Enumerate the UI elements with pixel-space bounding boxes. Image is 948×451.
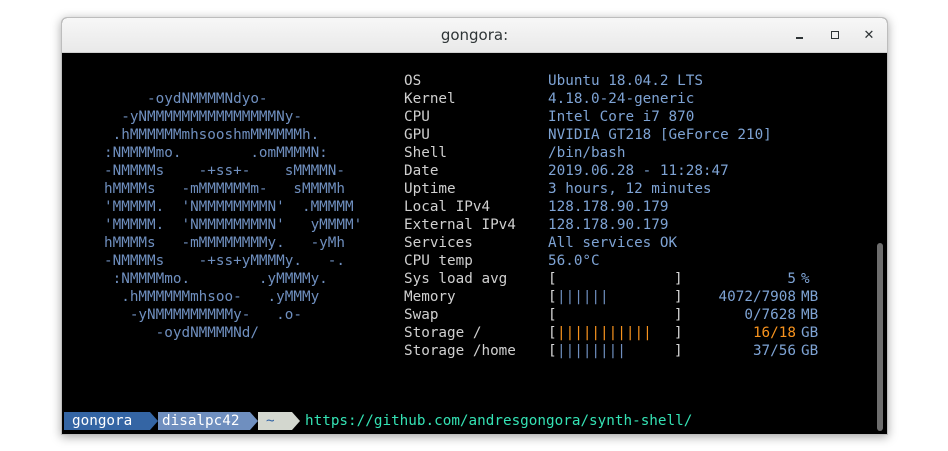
meter-bar: |||||| xyxy=(557,289,609,305)
meter-value-used: 16 xyxy=(752,325,771,341)
meter-label: Storage / xyxy=(404,325,482,341)
meter-label: Sys load avg xyxy=(404,271,508,287)
scrollbar-thumb[interactable] xyxy=(877,243,883,431)
close-icon: ✕ xyxy=(863,27,875,43)
prompt-user-separator xyxy=(150,412,158,430)
meter-value: 4072/7908 xyxy=(719,288,796,306)
info-label: GPU xyxy=(404,127,430,143)
logo-line: :NMMMMmo. .omMMMMN: xyxy=(104,145,328,161)
meter-label: Memory xyxy=(404,289,456,305)
prompt-directory: ~ xyxy=(258,412,292,430)
meter-value-used: 0/7628 xyxy=(744,307,796,323)
meter-value: 5 xyxy=(787,270,796,288)
info-label: Services xyxy=(404,235,473,251)
meter-unit: % xyxy=(801,271,810,287)
logo-line: 'MMMMM. 'NMMMMMMMMN' .MMMMM xyxy=(104,199,354,215)
shell-prompt: gongora disalpc42 ~ https://github.com/a… xyxy=(62,411,882,431)
title-bar[interactable]: gongora: ✕ xyxy=(62,18,887,53)
logo-line: -NMMMMs -+ss+- sMMMMN- xyxy=(104,163,346,179)
meter-value: 16/18 xyxy=(753,324,796,342)
close-button[interactable]: ✕ xyxy=(858,24,880,46)
minimize-icon xyxy=(795,37,803,39)
maximize-icon xyxy=(831,31,839,39)
logo-line: -NMMMMs -+ss+yMMMMy. -. xyxy=(104,253,346,269)
prompt-host-separator xyxy=(250,412,258,430)
info-value: NVIDIA GT218 [GeForce 210] xyxy=(548,127,772,143)
meter-open-bracket: [ xyxy=(548,289,557,305)
info-label: Shell xyxy=(404,145,448,161)
logo-line: -oydNMMMMNd/ xyxy=(104,325,259,341)
logo-line: -yNMMMMMMMMMMMMMMMNy- xyxy=(104,109,302,125)
meter-close-bracket: ] xyxy=(674,325,683,341)
meter-bar: ||||||||||| xyxy=(557,325,652,341)
info-value: Intel Core i7 870 xyxy=(548,109,695,125)
info-label: Kernel xyxy=(404,91,456,107)
logo-line: -oydNMMMMNdyo- xyxy=(104,91,268,107)
info-value: /bin/bash xyxy=(548,145,626,161)
minimize-button[interactable] xyxy=(788,24,810,46)
info-label: Local IPv4 xyxy=(404,199,491,215)
meter-value-total: /18 xyxy=(770,325,796,341)
command-text[interactable]: https://github.com/andresgongora/synth-s… xyxy=(305,412,692,430)
meter-close-bracket: ] xyxy=(674,289,683,305)
info-value: 128.178.90.179 xyxy=(548,199,669,215)
meter-value-used: 4072/7908 xyxy=(718,289,796,305)
info-value: 4.18.0-24-generic xyxy=(548,91,695,107)
meter-label: Storage /home xyxy=(404,343,516,359)
terminal-output[interactable]: -oydNMMMMNdyo- -yNMMMMMMMMMMMMMMMNy- .hM… xyxy=(62,53,874,434)
meter-bar: |||||||| xyxy=(557,343,626,359)
meter-value-used: 5 xyxy=(787,271,796,287)
info-label: CPU temp xyxy=(404,253,473,269)
meter-value: 37/56 xyxy=(753,342,796,360)
meter-value: 0/7628 xyxy=(744,306,796,324)
meter-label: Swap xyxy=(404,307,439,323)
meter-unit: MB xyxy=(801,289,819,305)
ascii-logo: -oydNMMMMNdyo- -yNMMMMMMMMMMMMMMMNy- .hM… xyxy=(104,90,362,342)
logo-line: :NMMMMmo. .yMMMMy. xyxy=(104,271,328,287)
meter-open-bracket: [ xyxy=(548,325,557,341)
info-value: 56.0°C xyxy=(548,253,600,269)
meter-open-bracket: [ xyxy=(548,343,557,359)
meter-unit: GB xyxy=(801,325,819,341)
window-title: gongora: xyxy=(440,26,509,44)
terminal-window: gongora: ✕ -oydNMMMMNdyo- -yNMMMMMMMMMMM… xyxy=(61,17,888,435)
meter-close-bracket: ] xyxy=(674,307,683,323)
info-label: CPU xyxy=(404,109,430,125)
info-value: 2019.06.28 - 11:28:47 xyxy=(548,163,729,179)
info-label: OS xyxy=(404,73,422,89)
meter-close-bracket: ] xyxy=(674,343,683,359)
logo-line: .hMMMMMMmhsoo- .yMMMy xyxy=(104,289,320,305)
maximize-button[interactable] xyxy=(824,24,846,46)
logo-line: hMMMMs -mMMMMMMm- sMMMMh xyxy=(104,181,346,197)
meter-open-bracket: [ xyxy=(548,307,557,323)
info-value: 128.178.90.179 xyxy=(548,217,669,233)
meter-open-bracket: [ xyxy=(548,271,557,287)
logo-line: .hMMMMMMmhsooshmMMMMMMh. xyxy=(104,127,320,143)
info-label: Date xyxy=(404,163,439,179)
prompt-dir-separator xyxy=(292,412,300,430)
logo-line: -yNMMMMMMMMMy- .o- xyxy=(104,307,302,323)
prompt-user: gongora xyxy=(64,412,150,430)
meter-value-used: 37/56 xyxy=(752,343,796,359)
info-value: 3 hours, 12 minutes xyxy=(548,181,712,197)
meter-unit: GB xyxy=(801,343,819,359)
logo-line: hMMMMs -mMMMMMMMMy. -yMh xyxy=(104,235,346,251)
meter-close-bracket: ] xyxy=(674,271,683,287)
terminal-scrollbar[interactable] xyxy=(874,53,887,434)
info-value: All services OK xyxy=(548,235,678,251)
prompt-host: disalpc42 xyxy=(158,412,250,430)
info-value: Ubuntu 18.04.2 LTS xyxy=(548,73,703,89)
info-label: External IPv4 xyxy=(404,217,516,233)
logo-line: 'MMMMM. 'NMMMMMMMMN' yMMMM' xyxy=(104,217,363,233)
meter-unit: MB xyxy=(801,307,819,323)
info-label: Uptime xyxy=(404,181,456,197)
